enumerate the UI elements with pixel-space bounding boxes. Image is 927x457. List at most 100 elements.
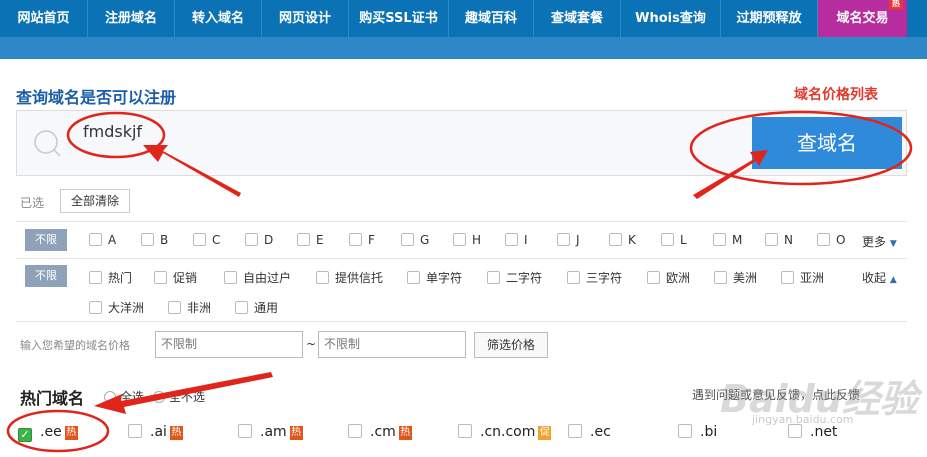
checkbox[interactable] [349,233,362,246]
category-option[interactable]: 提供信托 [316,269,383,286]
letter-option[interactable]: B [141,233,168,247]
domain-option[interactable]: ✓ .ee 热 [18,424,78,442]
letter-option[interactable]: I [505,233,528,247]
checkbox[interactable] [316,271,329,284]
letter-option[interactable]: H [453,233,481,247]
category-option[interactable]: 美洲 [714,269,757,286]
letter-option[interactable]: G [401,233,429,247]
collapse-toggle[interactable]: 收起 ▲ [862,269,897,286]
letter-option[interactable]: O [817,233,845,247]
domain-option[interactable]: .bi [678,424,717,440]
filter-price-button[interactable]: 筛选价格 [474,332,548,358]
category-option[interactable]: 二字符 [487,269,542,286]
select-none-radio[interactable]: 全不选 [153,388,205,405]
domain-option[interactable]: .am 热 [238,424,303,440]
nav-web-design[interactable]: 网页设计 [262,0,349,37]
nav-buy-ssl[interactable]: 购买SSL证书 [349,0,449,37]
checkbox[interactable] [348,424,362,438]
checkbox[interactable] [401,233,414,246]
clear-all-button[interactable]: 全部清除 [60,189,130,213]
checkbox[interactable] [788,424,802,438]
checkbox[interactable] [407,271,420,284]
checkbox[interactable] [505,233,518,246]
category-option[interactable]: 热门 [89,269,132,286]
checkbox[interactable] [89,271,102,284]
checkbox[interactable] [141,233,154,246]
checkbox[interactable] [238,424,252,438]
category-option[interactable]: 单字符 [407,269,462,286]
nav-whois[interactable]: Whois查询 [621,0,721,37]
checkbox[interactable] [817,233,830,246]
checkbox[interactable] [235,301,248,314]
checkbox[interactable] [661,233,674,246]
letter-option[interactable]: L [661,233,687,247]
nav-register-domain[interactable]: 注册域名 [88,0,175,37]
category-label: 热门 [108,271,133,285]
nav-home[interactable]: 网站首页 [0,0,88,37]
divider [16,258,907,259]
checkbox[interactable] [453,233,466,246]
checkbox[interactable] [487,271,500,284]
checkbox[interactable] [567,271,580,284]
nav-domain-wiki[interactable]: 趣域百科 [449,0,534,37]
category-option[interactable]: 非洲 [168,299,211,316]
category-option[interactable]: 欧洲 [647,269,690,286]
price-list-link[interactable]: 域名价格列表 [794,84,878,104]
checkbox[interactable] [557,233,570,246]
checkbox[interactable] [568,424,582,438]
checkbox[interactable] [713,233,726,246]
category-option[interactable]: 通用 [235,299,278,316]
letter-option[interactable]: D [245,233,273,247]
domain-option[interactable]: .ec [568,424,611,440]
select-all-radio[interactable]: 全选 [104,388,144,405]
checkbox[interactable] [154,271,167,284]
category-option[interactable]: 自由过户 [224,269,291,286]
checkbox[interactable] [765,233,778,246]
domain-option[interactable]: .cn.com 促 [458,424,552,440]
category-unlimited-tag[interactable]: 不限 [25,265,67,287]
letter-option[interactable]: A [89,233,116,247]
price-max-input[interactable]: 不限制 [318,331,466,358]
more-toggle[interactable]: 更多 ▼ [862,233,897,250]
domain-label: .net [810,424,838,440]
search-input[interactable]: fmdskjf [83,122,142,141]
checkbox[interactable] [193,233,206,246]
category-option[interactable]: 三字符 [567,269,622,286]
category-label: 促销 [173,271,198,285]
letter-option[interactable]: K [609,233,636,247]
letter-option[interactable]: M [713,233,742,247]
category-option[interactable]: 促销 [154,269,197,286]
letter-option[interactable]: J [557,233,580,247]
checkbox[interactable] [89,301,102,314]
checkbox[interactable] [781,271,794,284]
nav-domain-trade[interactable]: 域名交易 热 [818,0,907,37]
checkbox[interactable] [224,271,237,284]
letter-option[interactable]: E [297,233,324,247]
checkbox[interactable] [714,271,727,284]
checkbox[interactable] [89,233,102,246]
checkbox[interactable] [609,233,622,246]
checkbox-checked-icon[interactable]: ✓ [18,428,32,442]
nav-transfer-domain[interactable]: 转入域名 [175,0,262,37]
letter-option[interactable]: C [193,233,220,247]
checkbox[interactable] [678,424,692,438]
domain-option[interactable]: .ai 热 [128,424,183,440]
search-domain-button[interactable]: 查域名 [752,117,902,169]
nav-domain-package[interactable]: 查域套餐 [534,0,621,37]
checkbox[interactable] [458,424,472,438]
category-option[interactable]: 亚洲 [781,269,824,286]
domain-label: .ai [150,424,167,440]
domain-option[interactable]: .net [788,424,837,440]
checkbox[interactable] [297,233,310,246]
nav-expired-release[interactable]: 过期预释放 [721,0,818,37]
letter-unlimited-tag[interactable]: 不限 [25,229,67,251]
checkbox[interactable] [245,233,258,246]
price-min-input[interactable]: 不限制 [155,331,303,358]
category-option[interactable]: 大洋洲 [89,299,144,316]
checkbox[interactable] [128,424,142,438]
letter-option[interactable]: N [765,233,793,247]
checkbox[interactable] [168,301,181,314]
letter-option[interactable]: F [349,233,375,247]
checkbox[interactable] [647,271,660,284]
domain-option[interactable]: .cm 热 [348,424,412,440]
